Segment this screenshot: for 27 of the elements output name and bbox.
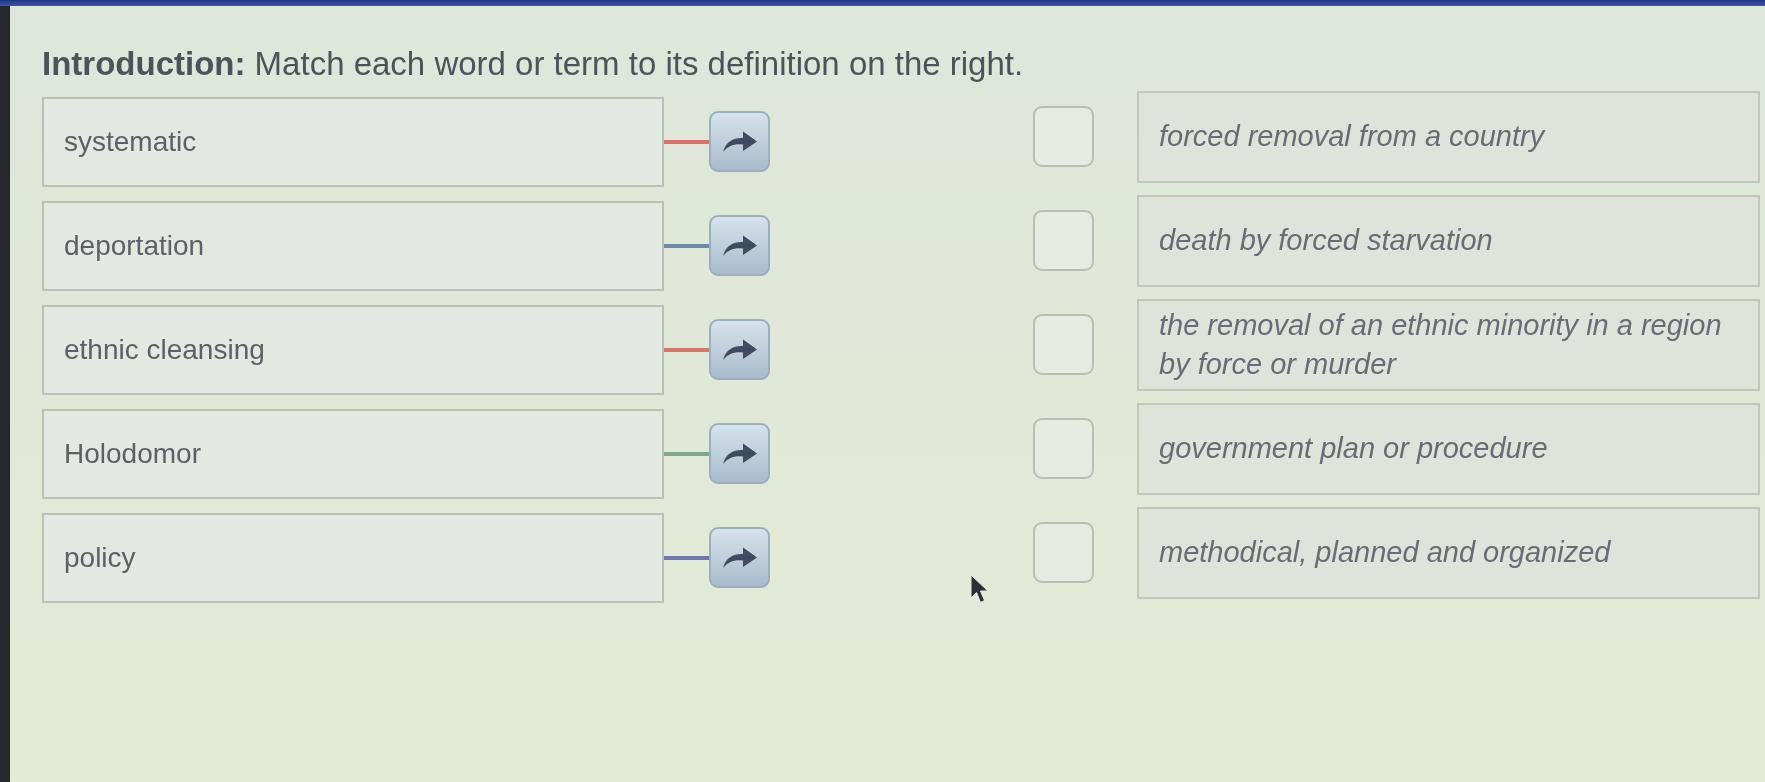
curved-arrow-icon [721,441,758,466]
mouse-pointer-icon [970,574,990,604]
match-button[interactable] [709,423,770,485]
curved-arrow-icon [721,337,758,362]
term-text: Holodomor [64,436,201,471]
definition-text: methodical, planned and organized [1159,535,1611,571]
definition-text: forced removal from a country [1159,119,1545,155]
curved-arrow-icon [721,233,758,258]
term-text: policy [64,540,136,575]
match-button[interactable] [709,111,770,173]
term-text: systematic [64,124,197,159]
term-text: deportation [64,228,205,263]
definition-text: government plan or procedure [1159,431,1548,467]
match-button[interactable] [709,527,770,589]
definition-text: death by forced starvation [1159,223,1493,259]
curved-arrow-icon [721,545,758,570]
term-text: ethnic cleansing [64,332,265,367]
answer-checkbox[interactable] [1033,522,1094,584]
definition-text: the removal of an ethnic minority in a region by force or murder [1159,307,1723,382]
answer-checkbox[interactable] [1033,418,1094,480]
match-button[interactable] [709,215,770,277]
match-button[interactable] [709,319,770,381]
curved-arrow-icon [721,129,758,154]
answer-checkbox[interactable] [1033,106,1094,168]
answer-checkbox[interactable] [1033,210,1094,272]
instruction-text: Introduction: Match each word or term to its definition on the right. [42,44,1025,84]
answer-checkbox[interactable] [1033,314,1094,376]
